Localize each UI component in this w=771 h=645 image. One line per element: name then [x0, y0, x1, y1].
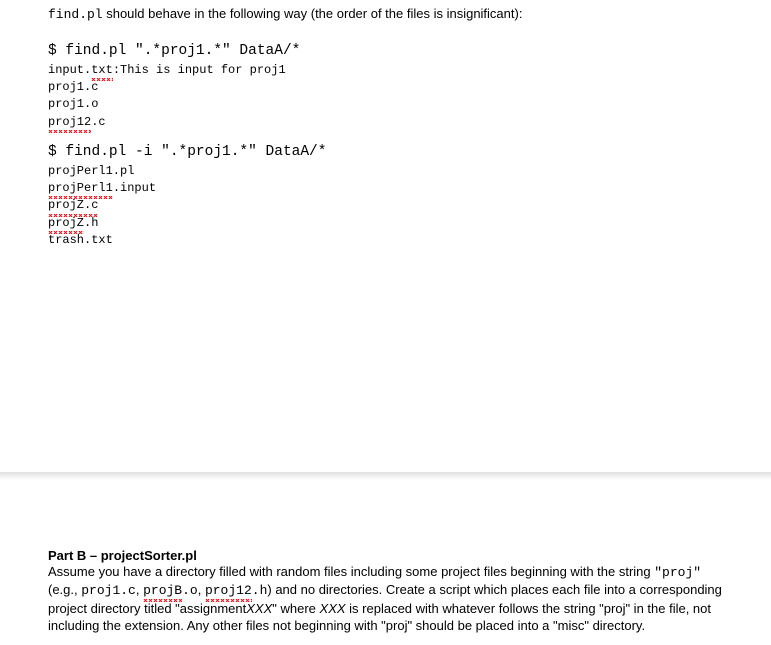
example-1: $ find.pl ".*proj1.*" DataA/* input.txt:… — [48, 42, 723, 131]
example-2-output: projPerl1.pl projPerl1.input projZ.c pro… — [48, 163, 723, 250]
example-2-command: $ find.pl -i ".*proj1.*" DataA/* — [48, 143, 723, 163]
example-1-command: $ find.pl ".*proj1.*" DataA/* — [48, 42, 723, 62]
intro-text: should behave in the following way (the … — [103, 6, 523, 21]
example-2: $ find.pl -i ".*proj1.*" DataA/* projPer… — [48, 143, 723, 250]
part-b-heading: Part B – projectSorter.pl — [48, 548, 723, 563]
example-1-output: input.txt:This is input for proj1 proj1.… — [48, 62, 723, 132]
intro-code: find.pl — [48, 7, 103, 22]
intro-paragraph: find.pl should behave in the following w… — [48, 6, 723, 22]
page-separator — [0, 472, 771, 492]
part-b-body: Assume you have a directory filled with … — [48, 563, 723, 635]
